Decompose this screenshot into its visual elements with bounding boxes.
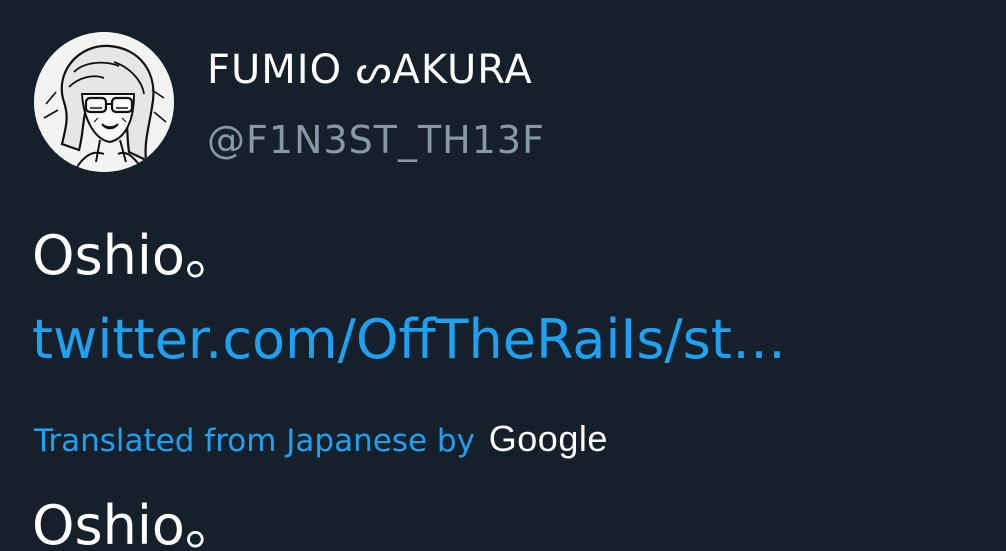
user-avatar[interactable] <box>34 32 174 172</box>
user-display-name[interactable]: FUMIO ᔕAKURA <box>207 44 533 96</box>
anime-portrait-avatar-icon <box>34 32 174 172</box>
tweet-body: Oshio。 <box>32 224 239 287</box>
translation-attribution[interactable]: Translated from Japanese by Google <box>34 416 608 464</box>
tweet-text: Oshio。 twitter.com/OffTheRaiIs/st… <box>32 214 992 382</box>
tweet-link[interactable]: twitter.com/OffTheRaiIs/st… <box>32 308 786 371</box>
translated-text: Oshio。 <box>32 494 239 551</box>
user-handle[interactable]: @F1N3ST_TH13F <box>207 115 545 165</box>
translation-label[interactable]: Translated from Japanese by <box>34 423 475 459</box>
google-logo-text: Google <box>488 418 608 459</box>
